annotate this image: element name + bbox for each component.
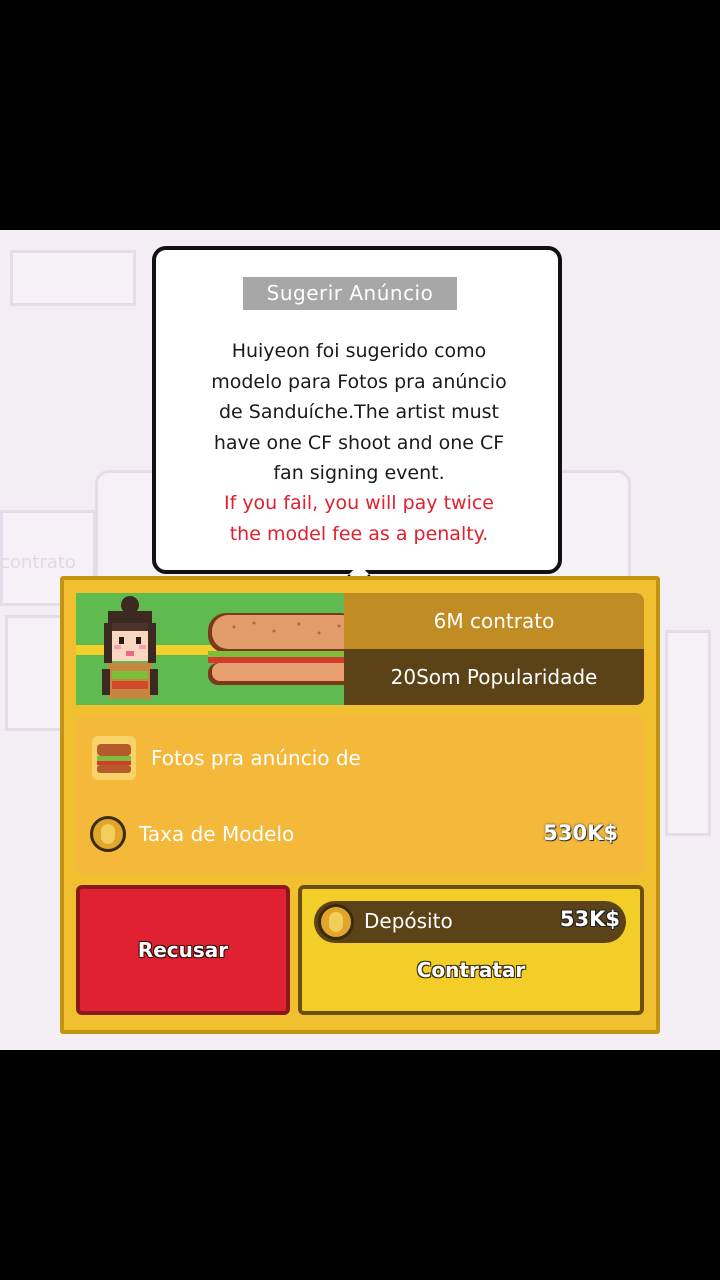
ad-banner xyxy=(76,593,344,705)
character-avatar xyxy=(102,596,158,699)
deposit-value: 53K$ xyxy=(559,907,620,931)
bg-faded-label: contrato xyxy=(0,552,76,573)
bubble-title: Sugerir Anúncio xyxy=(243,277,457,310)
coin-icon xyxy=(318,904,354,940)
contract-duration: 6M contrato xyxy=(344,593,644,649)
model-fee-value: 530K$ xyxy=(543,821,618,845)
sandwich-image xyxy=(208,613,344,685)
penalty-warning: If you fail, you will pay twice the mode… xyxy=(172,488,546,549)
refuse-button[interactable]: Recusar xyxy=(76,885,290,1015)
popularity-reward: 20Som Popularidade xyxy=(344,649,644,705)
message-line: fan signing event. xyxy=(273,462,445,484)
hire-button-label[interactable]: Contratar xyxy=(298,958,644,982)
message-line: de Sanduíche.The artist must xyxy=(219,401,499,423)
bubble-message: Huiyeon foi sugerido como modelo para Fo… xyxy=(172,336,546,489)
warning-line: the model fee as a penalty. xyxy=(229,522,489,545)
bg-faded-panel xyxy=(10,250,136,306)
message-line: have one CF shoot and one CF xyxy=(213,431,505,454)
model-fee-label: Taxa de Modelo xyxy=(139,822,295,846)
message-line: modelo para Fotos pra anúncio xyxy=(211,370,507,393)
offer-details xyxy=(76,715,644,875)
bg-faded-scroll xyxy=(665,630,711,836)
message-line: Huiyeon foi sugerido como xyxy=(231,340,487,362)
ad-title: Fotos pra anúncio de xyxy=(151,746,361,770)
deposit-label: Depósito xyxy=(364,909,453,933)
sandwich-icon xyxy=(92,736,136,780)
coin-icon xyxy=(90,816,126,852)
warning-line: If you fail, you will pay twice xyxy=(223,492,494,514)
